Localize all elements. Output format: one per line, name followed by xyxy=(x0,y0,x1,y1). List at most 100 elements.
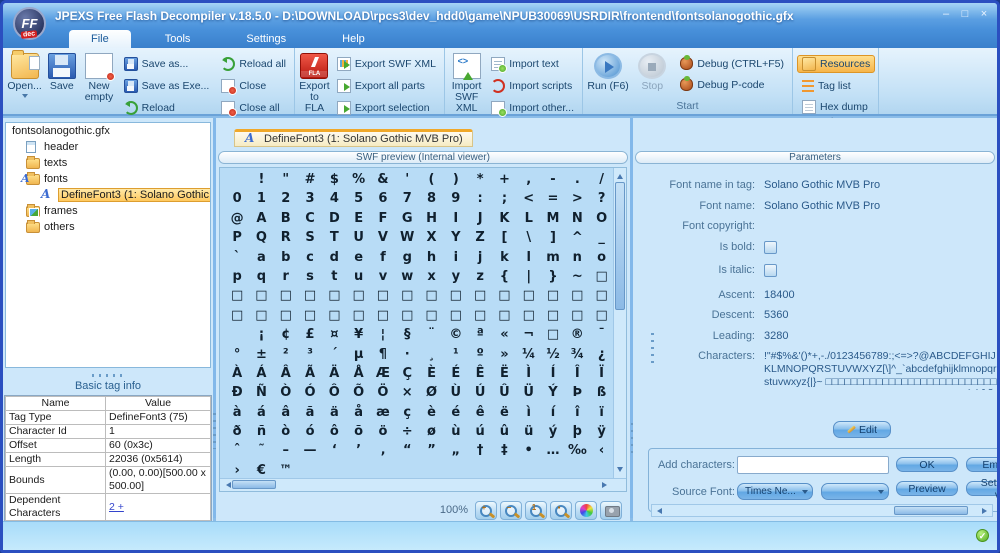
glyph-cell[interactable]: ß xyxy=(589,383,612,402)
resources-button[interactable]: Resources xyxy=(797,55,875,73)
glyph-cell[interactable]: ” xyxy=(419,441,443,460)
glyph-cell[interactable]: □ xyxy=(468,306,492,325)
glyph-cell[interactable]: □ xyxy=(371,286,395,305)
glyph-cell[interactable]: | xyxy=(517,267,541,286)
glyph-cell[interactable]: – xyxy=(274,441,298,460)
glyph-cell[interactable]: ³ xyxy=(298,345,322,364)
glyph-cell[interactable]: ê xyxy=(468,403,492,422)
glyph-cell[interactable] xyxy=(298,461,322,477)
glyph-cell[interactable]: j xyxy=(468,248,492,267)
glyph-cell[interactable]: ? xyxy=(589,189,612,208)
glyph-cell[interactable] xyxy=(468,461,492,477)
import-text-button[interactable]: Import text xyxy=(486,55,579,73)
glyph-cell[interactable]: • xyxy=(517,441,541,460)
glyph-cell[interactable]: □ xyxy=(274,286,298,305)
glyph-cell[interactable]: è xyxy=(419,403,443,422)
glyph-cell[interactable]: } xyxy=(541,267,565,286)
glyph-cell[interactable]: l xyxy=(517,248,541,267)
glyph-cell[interactable] xyxy=(589,461,612,477)
glyph-cell[interactable]: = xyxy=(541,189,565,208)
glyph-cell[interactable]: s xyxy=(298,267,322,286)
minimize-button[interactable]: – xyxy=(939,8,953,22)
glyph-cell[interactable]: □ xyxy=(346,306,370,325)
glyph-cell[interactable]: 9 xyxy=(444,189,468,208)
import-scripts-button[interactable]: Import scripts xyxy=(486,77,579,95)
glyph-cell[interactable]: □ xyxy=(298,306,322,325)
glyph-cell[interactable]: É xyxy=(444,364,468,383)
glyph-cell[interactable]: » xyxy=(492,345,516,364)
export-all-parts-button[interactable]: Export all parts xyxy=(332,77,441,95)
glyph-cell[interactable]: □ xyxy=(225,306,249,325)
glyph-cell[interactable]: i xyxy=(444,248,468,267)
reload-button[interactable]: Reload xyxy=(119,99,215,117)
glyph-cell[interactable]: □ xyxy=(346,286,370,305)
glyph-cell[interactable]: ¼ xyxy=(517,345,541,364)
glyph-cell[interactable]: ã xyxy=(298,403,322,422)
glyph-cell[interactable]: b xyxy=(274,248,298,267)
glyph-cell[interactable]: [ xyxy=(492,228,516,247)
glyph-cell[interactable]: 2 xyxy=(274,189,298,208)
glyph-cell[interactable]: ® xyxy=(565,325,589,344)
glyph-cell[interactable]: ñ xyxy=(249,422,273,441)
glyph-cell[interactable]: V xyxy=(371,228,395,247)
glyph-cell[interactable]: Ò xyxy=(274,383,298,402)
glyph-cell[interactable] xyxy=(322,461,346,477)
glyph-cell[interactable]: P xyxy=(225,228,249,247)
glyph-cell[interactable]: Q xyxy=(249,228,273,247)
glyph-cell[interactable]: Ý xyxy=(541,383,565,402)
glyph-cell[interactable]: 6 xyxy=(371,189,395,208)
glyph-cell[interactable]: □ xyxy=(589,267,612,286)
import-other-button[interactable]: Import other... xyxy=(486,99,579,117)
glyph-cell[interactable]: ² xyxy=(274,345,298,364)
glyph-cell[interactable]: f xyxy=(371,248,395,267)
glyph-cell[interactable]: Y xyxy=(444,228,468,247)
close-button[interactable]: Close xyxy=(216,77,291,95)
glyph-cell[interactable]: z xyxy=(468,267,492,286)
glyph-cell[interactable]: a xyxy=(249,248,273,267)
glyph-cell[interactable]: ‚ xyxy=(371,441,395,460)
export-to-fla-button[interactable]: Export to FLA xyxy=(299,50,330,117)
glyph-cell[interactable]: □ xyxy=(589,306,612,325)
glyph-cell[interactable]: ¾ xyxy=(565,345,589,364)
menu-tab-file[interactable]: File xyxy=(69,30,131,48)
reload-all-button[interactable]: Reload all xyxy=(216,55,291,73)
set-advance-values-button[interactable]: Set advance values xyxy=(966,481,997,496)
glyph-cell[interactable]: Ã xyxy=(298,364,322,383)
menu-tab-settings[interactable]: Settings xyxy=(224,30,308,48)
glyph-cell[interactable]: ; xyxy=(492,189,516,208)
glyph-cell[interactable]: Õ xyxy=(346,383,370,402)
tree-item-frames[interactable]: frames xyxy=(6,203,210,219)
tree-item-others[interactable]: others xyxy=(6,219,210,235)
glyph-cell[interactable] xyxy=(492,461,516,477)
new-empty-button[interactable]: New empty xyxy=(81,50,116,117)
glyph-cell[interactable]: ` xyxy=(225,248,249,267)
glyph-cell[interactable]: ô xyxy=(322,422,346,441)
glyph-cell[interactable]: Î xyxy=(565,364,589,383)
glyph-cell[interactable]: □ xyxy=(517,306,541,325)
glyph-cell[interactable] xyxy=(541,461,565,477)
glyph-cell[interactable]: ! xyxy=(249,170,273,189)
glyph-cell[interactable]: □ xyxy=(541,325,565,344)
glyph-cell[interactable]: ( xyxy=(419,170,443,189)
glyph-cell[interactable]: ^ xyxy=(565,228,589,247)
ok-button[interactable]: OK xyxy=(896,457,958,472)
glyph-cell[interactable]: > xyxy=(565,189,589,208)
close-button[interactable]: × xyxy=(977,8,991,22)
glyph-cell[interactable]: ù xyxy=(444,422,468,441)
save-as-button[interactable]: Save as... xyxy=(119,55,215,73)
glyph-cell[interactable]: □ xyxy=(274,306,298,325)
glyph-cell[interactable]: Ø xyxy=(419,383,443,402)
glyph-cell[interactable]: ý xyxy=(541,422,565,441)
glyph-cell[interactable]: □ xyxy=(419,306,443,325)
glyph-cell[interactable]: µ xyxy=(346,345,370,364)
glyph-cell[interactable]: □ xyxy=(541,286,565,305)
glyph-cell[interactable]: È xyxy=(419,364,443,383)
glyph-cell[interactable]: I xyxy=(444,209,468,228)
glyph-cell[interactable]: < xyxy=(517,189,541,208)
glyph-cell[interactable]: Æ xyxy=(371,364,395,383)
glyph-cell[interactable]: Ä xyxy=(322,364,346,383)
glyph-cell[interactable]: á xyxy=(249,403,273,422)
glyph-horizontal-scrollbar[interactable] xyxy=(220,478,626,491)
glyph-cell[interactable]: □ xyxy=(565,306,589,325)
glyph-cell[interactable]: ± xyxy=(249,345,273,364)
